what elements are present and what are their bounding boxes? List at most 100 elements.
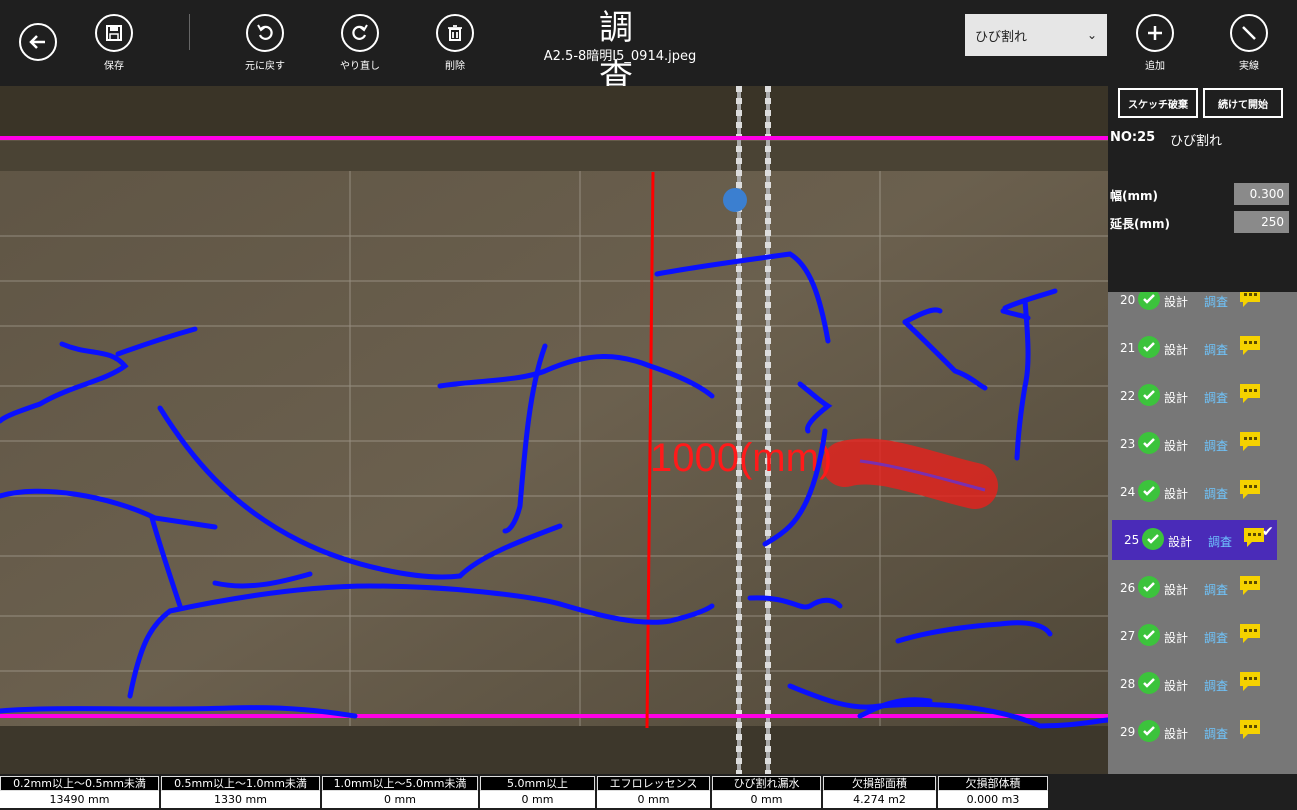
list-item[interactable]: 29 設計 調査 (1108, 712, 1297, 752)
list-item[interactable]: 20 設計 調査 (1108, 292, 1297, 320)
stat-cell: 欠損部面積 4.274 m2 (823, 776, 936, 810)
design-label[interactable]: 設計 (1164, 629, 1188, 646)
design-label[interactable]: 設計 (1164, 341, 1188, 358)
stat-value: 0 mm (597, 791, 710, 808)
survey-link[interactable]: 調査 (1204, 341, 1228, 358)
inspection-photo-canvas[interactable]: 1000(mm) (0, 86, 1108, 774)
stat-label: ひび割れ漏水 (712, 776, 821, 791)
check-icon (1138, 384, 1160, 406)
photo-svg[interactable]: 1000(mm) (0, 86, 1108, 774)
stat-label: 0.2mm以上～0.5mm未満 (0, 776, 159, 791)
stat-label: 欠損部体積 (938, 776, 1048, 791)
design-label[interactable]: 設計 (1164, 389, 1188, 406)
design-label[interactable]: 設計 (1164, 485, 1188, 502)
undo-button[interactable] (246, 14, 284, 52)
survey-link[interactable]: 調査 (1204, 677, 1228, 694)
check-icon (1138, 624, 1160, 646)
check-icon (1138, 576, 1160, 598)
item-number: 28 (1120, 677, 1136, 691)
survey-link[interactable]: 調査 (1204, 485, 1228, 502)
length-label: 延長(mm) (1110, 217, 1170, 231)
memo-icon[interactable] (1240, 624, 1260, 643)
continue-start-button[interactable]: 続けて開始 (1203, 88, 1283, 118)
memo-icon[interactable] (1240, 432, 1260, 451)
list-item[interactable]: 23 設計 調査 (1108, 424, 1297, 464)
item-number: 25 (1124, 533, 1140, 547)
survey-link[interactable]: 調査 (1204, 437, 1228, 454)
save-label: 保存 (104, 61, 124, 72)
image-filename: A2.5-8暗明I5_0914.jpeg (543, 49, 697, 64)
memo-icon[interactable] (1244, 528, 1264, 547)
damage-type-select[interactable]: ひび割れ ⌄ (965, 14, 1107, 56)
item-list[interactable]: 20 設計 調査 21 設計 調査 22 設計 調査 23 設計 調査 24 設計 調査 25 設計 調査 ✔ 26 設… (1108, 292, 1297, 774)
list-item[interactable]: 25 設計 調査 ✔ (1112, 520, 1277, 560)
redo-icon (352, 24, 368, 40)
item-number: 26 (1120, 581, 1136, 595)
stats-bar: 0.2mm以上～0.5mm未満 13490 mm 0.5mm以上～1.0mm未満 13… (0, 774, 1297, 810)
stat-label: 1.0mm以上～5.0mm未満 (322, 776, 478, 791)
memo-icon[interactable] (1240, 672, 1260, 691)
damage-type-value: ひび割れ (975, 30, 1028, 45)
memo-icon[interactable] (1240, 576, 1260, 595)
save-icon (106, 25, 122, 41)
redo-button[interactable] (341, 14, 379, 52)
length-field[interactable]: 250 (1234, 211, 1289, 233)
memo-icon[interactable] (1240, 720, 1260, 739)
stat-label: エフロレッセンス (597, 776, 710, 791)
stat-value: 13490 mm (0, 791, 159, 808)
delete-label: 削除 (445, 61, 465, 72)
design-label[interactable]: 設計 (1164, 437, 1188, 454)
undo-icon (257, 24, 273, 40)
memo-icon[interactable] (1240, 480, 1260, 499)
item-number: 27 (1120, 629, 1136, 643)
memo-icon[interactable] (1240, 384, 1260, 403)
back-button[interactable] (19, 23, 57, 61)
width-field[interactable]: 0.300 (1234, 183, 1289, 205)
list-item[interactable]: 27 設計 調査 (1108, 616, 1297, 656)
solid-line-icon (1242, 26, 1256, 40)
stat-cell: 欠損部体積 0.000 m3 (938, 776, 1048, 810)
stat-label: 欠損部面積 (823, 776, 936, 791)
survey-link[interactable]: 調査 (1208, 533, 1232, 550)
trash-icon (448, 25, 462, 41)
stat-cell: 1.0mm以上～5.0mm未満 0 mm (322, 776, 478, 810)
delete-button[interactable] (436, 14, 474, 52)
design-label[interactable]: 設計 (1164, 293, 1188, 310)
save-button[interactable] (95, 14, 133, 52)
stat-value: 0.000 m3 (938, 791, 1048, 808)
list-item[interactable]: 22 設計 調査 (1108, 376, 1297, 416)
memo-icon[interactable] (1240, 336, 1260, 355)
check-icon (1138, 480, 1160, 502)
survey-link[interactable]: 調査 (1204, 389, 1228, 406)
list-item[interactable]: 24 設計 調査 (1108, 472, 1297, 512)
plus-icon (1148, 26, 1162, 40)
measurement-annotation: 1000(mm) (650, 436, 832, 480)
chevron-down-icon: ⌄ (1086, 28, 1097, 42)
floor-shadow (0, 726, 1108, 774)
design-label[interactable]: 設計 (1164, 677, 1188, 694)
survey-link[interactable]: 調査 (1204, 293, 1228, 310)
check-icon (1138, 292, 1160, 310)
stat-cell: 5.0mm以上 0 mm (480, 776, 595, 810)
beam-edge (0, 141, 1108, 171)
stat-value: 1330 mm (161, 791, 320, 808)
stat-value: 0 mm (712, 791, 821, 808)
list-item[interactable]: 21 設計 調査 (1108, 328, 1297, 368)
discard-sketch-button[interactable]: スケッチ破棄 (1118, 88, 1198, 118)
item-number: 23 (1120, 437, 1136, 451)
list-item[interactable]: 28 設計 調査 (1108, 664, 1297, 704)
memo-icon[interactable] (1240, 292, 1260, 307)
stat-cell: 0.2mm以上～0.5mm未満 13490 mm (0, 776, 159, 810)
stat-cell: 0.5mm以上～1.0mm未満 1330 mm (161, 776, 320, 810)
list-item[interactable]: 26 設計 調査 (1108, 568, 1297, 608)
survey-link[interactable]: 調査 (1204, 629, 1228, 646)
solid-line-button[interactable] (1230, 14, 1268, 52)
design-label[interactable]: 設計 (1164, 725, 1188, 742)
item-number: 29 (1120, 725, 1136, 739)
design-label[interactable]: 設計 (1168, 533, 1192, 550)
design-label[interactable]: 設計 (1164, 581, 1188, 598)
survey-link[interactable]: 調査 (1204, 725, 1228, 742)
stat-value: 4.274 m2 (823, 791, 936, 808)
survey-link[interactable]: 調査 (1204, 581, 1228, 598)
add-button[interactable] (1136, 14, 1174, 52)
